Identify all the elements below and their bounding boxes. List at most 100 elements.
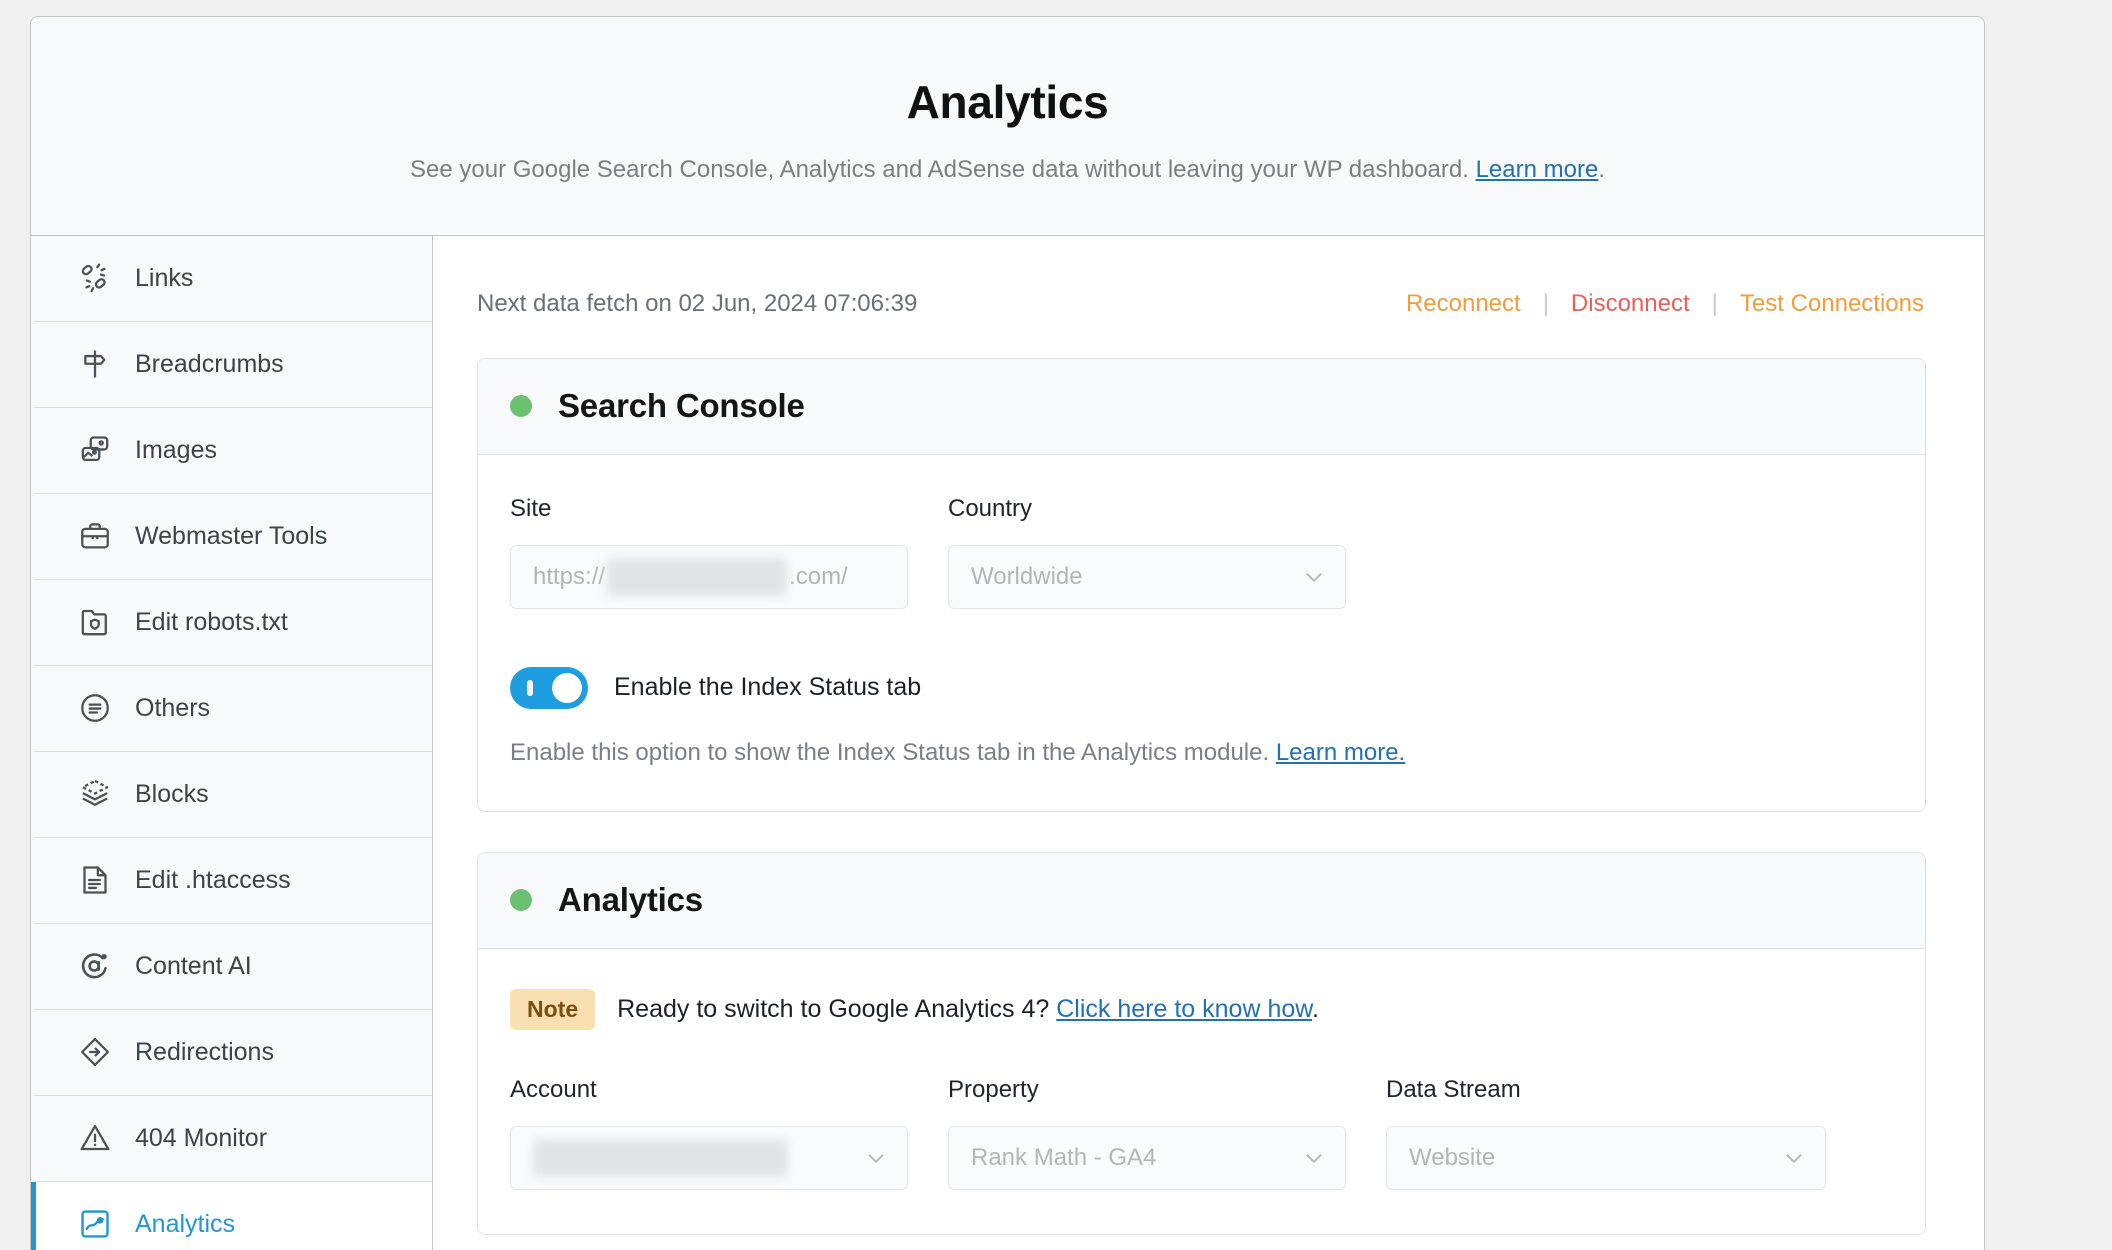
settings-sidebar: Links Breadcrumbs Images Webmaster Tools… <box>31 235 433 1250</box>
site-label: Site <box>510 494 552 522</box>
site-value-redacted <box>607 557 788 596</box>
analytics-panel: Analytics Note Ready to switch to Google… <box>477 851 1926 1235</box>
sidebar-item-label: Breadcrumbs <box>135 349 284 378</box>
card-body: Links Breadcrumbs Images Webmaster Tools… <box>31 235 1984 1250</box>
chevron-down-icon <box>1301 564 1327 590</box>
sidebar-item-label: Others <box>135 693 211 722</box>
search-console-panel-body: Site https:// .com/ Country Worldwide En… <box>478 455 1925 811</box>
sidebar-item-breadcrumbs[interactable]: Breadcrumbs <box>31 321 432 408</box>
file-lines-icon <box>77 862 113 898</box>
site-input[interactable]: https:// .com/ <box>510 544 908 609</box>
status-dot-connected <box>510 889 532 912</box>
connection-actions: Reconnect | Disconnect | Test Connection… <box>1406 290 1924 318</box>
property-label: Property <box>948 1075 1039 1103</box>
index-status-helper-text: Enable this option to show the Index Sta… <box>510 739 1893 767</box>
ga4-note-body: Ready to switch to Google Analytics 4? <box>617 994 1057 1023</box>
content-ai-icon <box>77 948 113 984</box>
briefcase-icon <box>77 518 113 554</box>
main-content: Next data fetch on 02 Jun, 2024 07:06:39… <box>433 235 1984 1250</box>
index-status-toggle[interactable] <box>510 666 588 709</box>
country-field-group: Country Worldwide <box>948 495 1346 609</box>
test-connections-button[interactable]: Test Connections <box>1740 290 1924 318</box>
sidebar-item-redirections[interactable]: Redirections <box>31 1009 432 1096</box>
data-stream-label: Data Stream <box>1386 1075 1521 1103</box>
analytics-panel-header: Analytics <box>478 852 1925 949</box>
country-label: Country <box>948 494 1033 522</box>
sidebar-item-label: Edit robots.txt <box>135 607 288 636</box>
sidebar-item-label: Links <box>135 263 194 292</box>
page-subtitle: See your Google Search Console, Analytic… <box>71 154 1944 185</box>
sidebar-item-edit-htaccess[interactable]: Edit .htaccess <box>31 837 432 924</box>
note-badge: Note <box>510 988 596 1030</box>
circle-list-icon <box>77 690 113 726</box>
header-learn-more-link[interactable]: Learn more <box>1476 156 1599 183</box>
toggle-knob <box>552 672 582 703</box>
data-stream-value: Website <box>1409 1143 1496 1171</box>
country-select[interactable]: Worldwide <box>948 544 1346 609</box>
page-header: Analytics See your Google Search Console… <box>31 17 1984 236</box>
sidebar-item-blocks[interactable]: Blocks <box>31 751 432 838</box>
page-root: Analytics See your Google Search Console… <box>0 0 2112 1250</box>
search-console-title: Search Console <box>558 387 805 425</box>
reconnect-button[interactable]: Reconnect <box>1406 290 1521 318</box>
account-field-group: Account <box>510 1076 908 1190</box>
ga4-know-how-link[interactable]: Click here to know how <box>1056 995 1312 1023</box>
folder-shield-icon <box>77 604 113 640</box>
sidebar-item-label: Images <box>135 435 217 464</box>
diamond-arrow-icon <box>77 1034 113 1070</box>
account-value-redacted <box>533 1138 788 1177</box>
warning-triangle-icon <box>77 1120 113 1156</box>
ga4-note-row: Note Ready to switch to Google Analytics… <box>510 988 1893 1030</box>
account-label: Account <box>510 1075 597 1103</box>
sidebar-item-label: 404 Monitor <box>135 1123 268 1152</box>
index-status-toggle-row: Enable the Index Status tab <box>510 666 1893 709</box>
sidebar-item-analytics[interactable]: Analytics <box>31 1181 432 1250</box>
status-dot-connected <box>510 395 532 418</box>
search-console-field-row: Site https:// .com/ Country Worldwide <box>510 495 1893 609</box>
links-icon <box>77 260 113 296</box>
sidebar-item-label: Edit .htaccess <box>135 865 291 894</box>
sidebar-item-webmaster-tools[interactable]: Webmaster Tools <box>31 493 432 580</box>
account-select[interactable] <box>510 1125 908 1190</box>
search-console-panel: Search Console Site https:// .com/ Count… <box>477 357 1926 812</box>
action-separator: | <box>1711 289 1718 317</box>
ga4-note-text: Ready to switch to Google Analytics 4? C… <box>617 995 1319 1024</box>
sidebar-item-label: Content AI <box>135 951 252 980</box>
connection-topbar: Next data fetch on 02 Jun, 2024 07:06:39… <box>477 290 1926 318</box>
site-value: https:// .com/ <box>533 557 848 596</box>
signpost-icon <box>77 346 113 382</box>
toggle-on-bar <box>527 679 533 696</box>
page-title: Analytics <box>906 76 1109 128</box>
disconnect-button[interactable]: Disconnect <box>1571 290 1690 318</box>
page-subtitle-period: . <box>1598 155 1605 183</box>
sidebar-item-links[interactable]: Links <box>31 235 432 322</box>
site-value-prefix: https:// <box>533 562 606 590</box>
site-field-group: Site https:// .com/ <box>510 495 908 609</box>
data-stream-select[interactable]: Website <box>1386 1125 1826 1190</box>
sidebar-item-others[interactable]: Others <box>31 665 432 752</box>
chevron-down-icon <box>863 1145 889 1171</box>
sidebar-item-label: Webmaster Tools <box>135 521 328 550</box>
site-value-suffix: .com/ <box>789 562 848 590</box>
analytics-panel-body: Note Ready to switch to Google Analytics… <box>478 949 1925 1234</box>
country-value: Worldwide <box>971 562 1083 590</box>
action-separator: | <box>1542 289 1549 317</box>
sidebar-item-content-ai[interactable]: Content AI <box>31 923 432 1010</box>
search-console-panel-header: Search Console <box>478 358 1925 455</box>
property-value: Rank Math - GA4 <box>971 1143 1157 1171</box>
analytics-settings-card: Analytics See your Google Search Console… <box>30 16 1985 1250</box>
index-status-learn-more-link[interactable]: Learn more. <box>1276 739 1405 766</box>
sidebar-item-edit-robots-txt[interactable]: Edit robots.txt <box>31 579 432 666</box>
property-select[interactable]: Rank Math - GA4 <box>948 1125 1346 1190</box>
sidebar-item-images[interactable]: Images <box>31 407 432 494</box>
data-stream-field-group: Data Stream Website <box>1386 1076 1826 1190</box>
chevron-down-icon <box>1301 1145 1327 1171</box>
property-field-group: Property Rank Math - GA4 <box>948 1076 1346 1190</box>
sidebar-item-404-monitor[interactable]: 404 Monitor <box>31 1095 432 1182</box>
index-status-toggle-label: Enable the Index Status tab <box>614 673 922 702</box>
analytics-chart-icon <box>77 1206 113 1242</box>
next-data-fetch-status: Next data fetch on 02 Jun, 2024 07:06:39 <box>477 289 918 317</box>
ga4-note-period: . <box>1311 994 1319 1023</box>
images-icon <box>77 432 113 468</box>
sidebar-item-label: Blocks <box>135 779 209 808</box>
